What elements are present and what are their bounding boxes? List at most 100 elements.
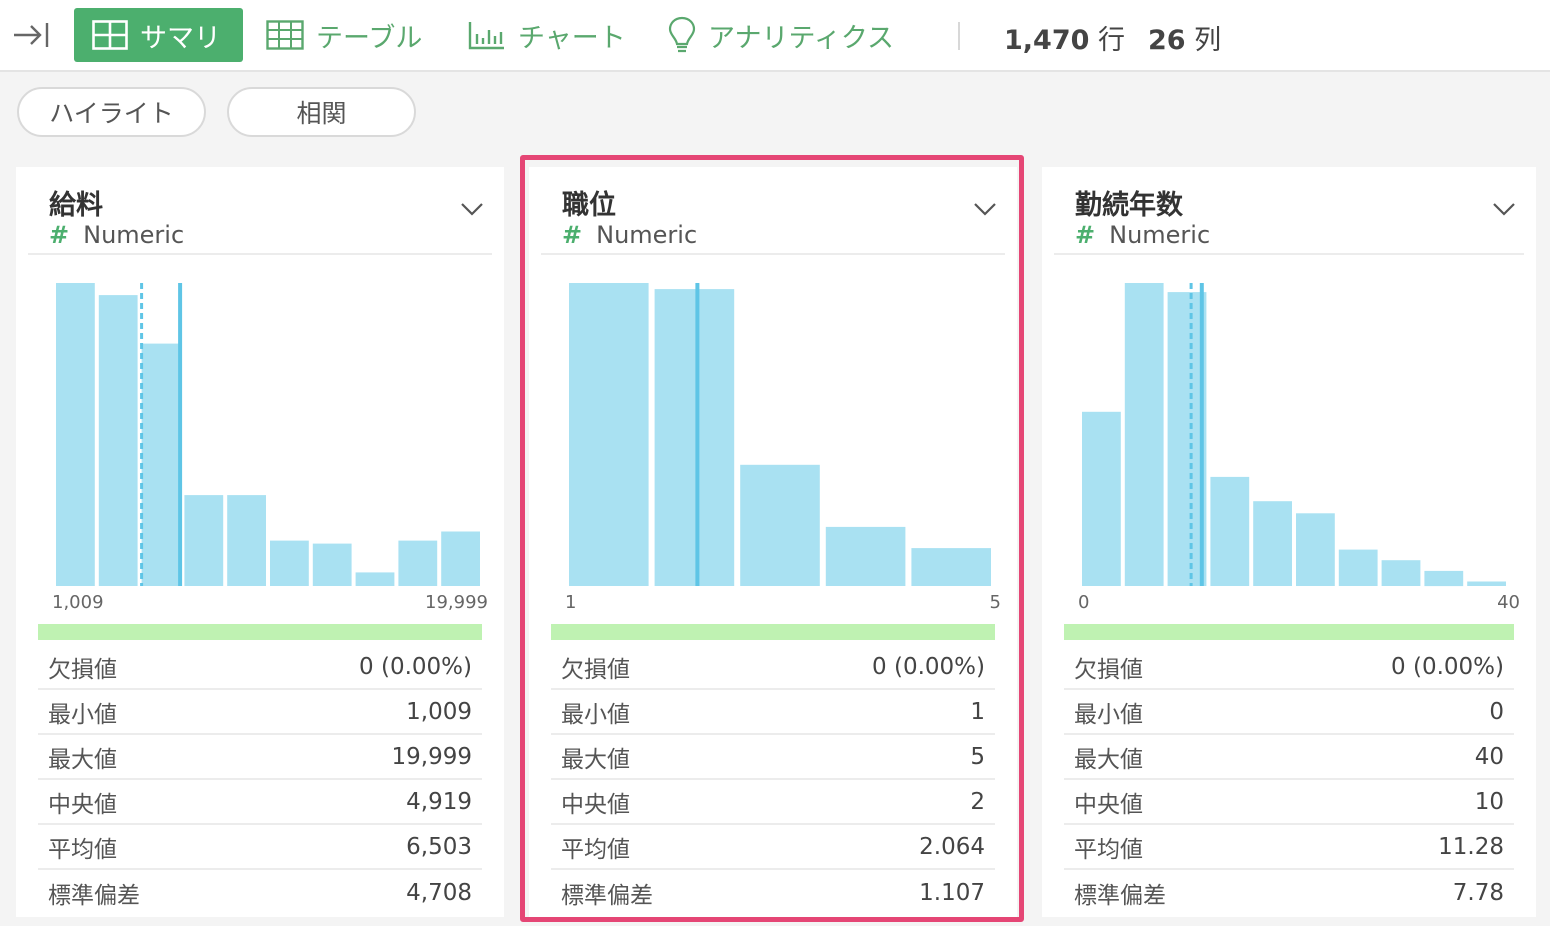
histogram-bar[interactable] bbox=[1253, 501, 1292, 586]
histogram-bar[interactable] bbox=[1467, 581, 1506, 587]
bar-chart-icon bbox=[468, 22, 504, 50]
highlight-button[interactable]: ハイライト bbox=[17, 87, 206, 137]
row-count: 1,470 行 bbox=[1004, 25, 1125, 56]
histogram-bar[interactable] bbox=[398, 540, 438, 586]
stat-value: 11.28 bbox=[1438, 833, 1504, 860]
column-type: # Numeric bbox=[49, 221, 184, 249]
stat-value: 0 (0.00%) bbox=[1391, 653, 1504, 680]
axis-max-label: 5 bbox=[989, 592, 1001, 613]
lightbulb-icon bbox=[668, 16, 696, 53]
stat-value: 7.78 bbox=[1452, 879, 1504, 906]
stat-label: 中央値 bbox=[561, 791, 630, 818]
stat-value: 1,009 bbox=[406, 698, 472, 725]
stat-label: 欠損値 bbox=[1074, 656, 1143, 683]
data-quality-bar[interactable] bbox=[1064, 624, 1514, 640]
stat-row: 中央値 10 bbox=[1064, 780, 1514, 825]
stat-row: 最大値 19,999 bbox=[38, 735, 482, 780]
stat-value: 2 bbox=[970, 788, 985, 815]
stat-row: 標準偏差 1.107 bbox=[551, 870, 995, 915]
stat-row: 最小値 1 bbox=[551, 690, 995, 735]
histogram-bar[interactable] bbox=[184, 495, 224, 586]
stat-value: 1.107 bbox=[919, 879, 985, 906]
stat-label: 標準偏差 bbox=[1074, 882, 1166, 909]
histogram-bar[interactable] bbox=[98, 295, 138, 586]
stat-value: 6,503 bbox=[406, 833, 472, 860]
tab-chart[interactable]: チャート bbox=[468, 8, 626, 62]
toolbar-divider bbox=[958, 22, 960, 50]
histogram-bar[interactable] bbox=[312, 543, 352, 586]
histogram-bar[interactable] bbox=[911, 548, 991, 586]
tab-summary[interactable]: サマリ bbox=[74, 8, 243, 62]
stat-row: 標準偏差 7.78 bbox=[1064, 870, 1514, 915]
stat-value: 40 bbox=[1474, 743, 1504, 770]
stat-value: 2.064 bbox=[919, 833, 985, 860]
divider bbox=[541, 253, 1005, 255]
histogram[interactable] bbox=[1054, 263, 1518, 593]
column-card-years-at-company: 勤続年数 # Numeric 0 40 欠損値 0 (0.00%) 最小値 0 最大値 4… bbox=[1042, 167, 1536, 917]
tab-label: サマリ bbox=[140, 22, 221, 54]
stat-label: 欠損値 bbox=[561, 656, 630, 683]
data-quality-bar[interactable] bbox=[38, 624, 482, 640]
tab-label: アナリティクス bbox=[708, 22, 895, 54]
histogram-bar[interactable] bbox=[141, 343, 181, 586]
axis-max-label: 19,999 bbox=[425, 592, 488, 613]
histogram-bar[interactable] bbox=[825, 526, 906, 586]
histogram-bar[interactable] bbox=[569, 283, 649, 586]
histogram-bar[interactable] bbox=[441, 531, 480, 587]
column-type: # Numeric bbox=[562, 221, 697, 249]
histogram[interactable] bbox=[28, 263, 492, 593]
stat-value: 19,999 bbox=[391, 743, 472, 770]
histogram-bar[interactable] bbox=[1082, 411, 1121, 586]
axis-min-label: 1 bbox=[565, 592, 577, 613]
chevron-down-icon[interactable] bbox=[973, 201, 997, 217]
stat-value: 0 bbox=[1489, 698, 1504, 725]
histogram-bar[interactable] bbox=[1124, 283, 1164, 586]
stat-row: 最小値 1,009 bbox=[38, 690, 482, 735]
histogram-bar[interactable] bbox=[355, 572, 395, 586]
divider bbox=[1054, 253, 1524, 255]
stat-value: 10 bbox=[1474, 788, 1504, 815]
tab-table[interactable]: テーブル bbox=[266, 8, 422, 62]
histogram-bar[interactable] bbox=[654, 289, 735, 586]
histogram-bar[interactable] bbox=[227, 495, 266, 586]
column-type-label: Numeric bbox=[1109, 221, 1211, 249]
histogram[interactable] bbox=[541, 263, 1005, 593]
stat-value: 0 (0.00%) bbox=[359, 653, 472, 680]
histogram-bar[interactable] bbox=[56, 283, 95, 586]
stat-row: 最小値 0 bbox=[1064, 690, 1514, 735]
stat-row: 中央値 4,919 bbox=[38, 780, 482, 825]
column-type-label: Numeric bbox=[596, 221, 698, 249]
chevron-down-icon[interactable] bbox=[460, 201, 484, 217]
stat-label: 標準偏差 bbox=[48, 882, 140, 909]
histogram-bar[interactable] bbox=[740, 464, 820, 586]
collapse-arrow-icon[interactable] bbox=[12, 20, 52, 50]
correlation-button[interactable]: 相関 bbox=[227, 87, 416, 137]
numeric-type-icon: # bbox=[562, 221, 583, 249]
histogram-bar[interactable] bbox=[270, 540, 309, 586]
summary-grid-icon bbox=[92, 20, 128, 50]
histogram-bar[interactable] bbox=[1424, 570, 1464, 587]
stat-row: 欠損値 0 (0.00%) bbox=[1064, 645, 1514, 690]
stat-value: 4,708 bbox=[406, 879, 472, 906]
stat-value: 1 bbox=[970, 698, 985, 725]
chevron-down-icon[interactable] bbox=[1492, 201, 1516, 217]
stat-label: 中央値 bbox=[1074, 791, 1143, 818]
stat-row: 平均値 6,503 bbox=[38, 825, 482, 870]
column-type: # Numeric bbox=[1075, 221, 1210, 249]
column-type-label: Numeric bbox=[83, 221, 185, 249]
stat-value: 0 (0.00%) bbox=[872, 653, 985, 680]
axis-max-label: 40 bbox=[1497, 592, 1520, 613]
column-name: 給料 bbox=[49, 190, 103, 221]
tab-label: テーブル bbox=[316, 22, 423, 54]
histogram-bar[interactable] bbox=[1296, 513, 1335, 586]
histogram-bar[interactable] bbox=[1338, 549, 1378, 586]
view-toolbar: サマリ テーブル チャート アナリティクス 1,470 行 26 列 bbox=[0, 0, 1550, 72]
axis-min-label: 0 bbox=[1078, 592, 1090, 613]
histogram-bar[interactable] bbox=[1381, 560, 1421, 586]
stat-row: 最大値 5 bbox=[551, 735, 995, 780]
histogram-bar[interactable] bbox=[1210, 476, 1250, 586]
stat-label: 最大値 bbox=[561, 746, 630, 773]
data-quality-bar[interactable] bbox=[551, 624, 995, 640]
tab-analytics[interactable]: アナリティクス bbox=[668, 8, 894, 62]
table-icon bbox=[266, 20, 304, 50]
